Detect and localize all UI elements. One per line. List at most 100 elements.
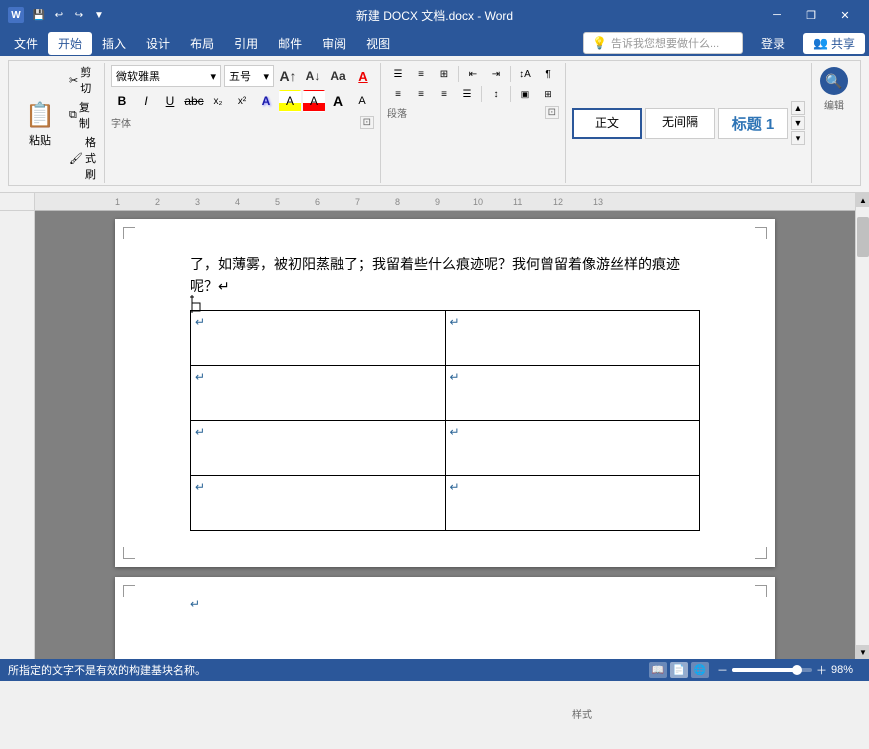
table-cell[interactable]: ↵: [191, 420, 446, 475]
table-cell[interactable]: ↵: [191, 365, 446, 420]
quick-access-toolbar: 💾 ↩ ↪ ▼: [30, 6, 108, 24]
minimize-button[interactable]: ─: [761, 5, 793, 25]
zoom-thumb[interactable]: [792, 665, 802, 675]
paragraph-mark: ↵: [450, 315, 460, 329]
zoom-in-button[interactable]: ＋: [816, 662, 827, 678]
styles-scroll-down-button[interactable]: ▼: [791, 116, 805, 130]
print-layout-button[interactable]: 📄: [670, 662, 688, 678]
status-text: 所指定的文字不是有效的构建基块名称。: [8, 662, 206, 678]
multilevel-list-button[interactable]: ⊞: [433, 65, 455, 83]
text-effect-button[interactable]: A: [255, 90, 277, 112]
borders-button[interactable]: ⊞: [537, 85, 559, 103]
justify-button[interactable]: ☰: [456, 85, 478, 103]
underline-button[interactable]: U: [159, 90, 181, 112]
document-table[interactable]: ↵ ↵ ↵ ↵ ↵ ↵ ↵ ↵: [190, 310, 700, 531]
font-size-shrink-small-button[interactable]: A: [351, 90, 373, 112]
paintbrush-icon: 🖌: [69, 152, 83, 165]
redo-button[interactable]: ↪: [70, 6, 88, 24]
title-bar-left: W 💾 ↩ ↪ ▼: [8, 6, 108, 24]
login-button[interactable]: 登录: [751, 33, 795, 54]
menu-references[interactable]: 引用: [224, 32, 268, 55]
decrease-indent-button[interactable]: ⇤: [462, 65, 484, 83]
search-button[interactable]: 🔍: [820, 67, 848, 95]
numbering-button[interactable]: ≡: [410, 65, 432, 83]
font-color-button[interactable]: A: [303, 90, 325, 112]
table-cell[interactable]: ↵: [191, 310, 446, 365]
styles-scroll-up-button[interactable]: ▲: [791, 101, 805, 115]
menu-file[interactable]: 文件: [4, 32, 48, 55]
customize-qat-button[interactable]: ▼: [90, 6, 108, 24]
strikethrough-button[interactable]: abc: [183, 90, 205, 112]
style-no-spacing[interactable]: 无间隔: [645, 108, 715, 139]
page-2[interactable]: ↵: [115, 577, 775, 659]
change-case-button[interactable]: Aa: [327, 65, 349, 87]
undo-button[interactable]: ↩: [50, 6, 68, 24]
page2-corner-tl: [123, 585, 135, 597]
table-row: ↵ ↵: [191, 310, 700, 365]
paste-button[interactable]: 📋 粘贴: [17, 94, 63, 152]
scroll-down-button[interactable]: ▼: [856, 645, 869, 659]
restore-button[interactable]: ❐: [795, 5, 827, 25]
scroll-thumb[interactable]: [857, 217, 869, 257]
align-left-button[interactable]: ≡: [387, 85, 409, 103]
bullets-button[interactable]: ☰: [387, 65, 409, 83]
font-size-selector[interactable]: 五号 ▾: [224, 65, 274, 87]
zoom-level[interactable]: 98%: [831, 664, 861, 676]
table-cell[interactable]: ↵: [445, 365, 700, 420]
style-heading1[interactable]: 标题 1: [718, 108, 788, 139]
copy-button[interactable]: ⧉ 复制: [65, 98, 100, 132]
menu-review[interactable]: 审阅: [312, 32, 356, 55]
menu-mailings[interactable]: 邮件: [268, 32, 312, 55]
table-cell[interactable]: ↵: [191, 475, 446, 530]
font-dialog-launcher[interactable]: ⊡: [360, 116, 374, 129]
tell-input[interactable]: 💡 告诉我您想要做什么...: [583, 32, 743, 54]
increase-indent-button[interactable]: ⇥: [485, 65, 507, 83]
read-view-button[interactable]: 📖: [649, 662, 667, 678]
highlight-color-button[interactable]: A: [279, 90, 301, 112]
align-center-button[interactable]: ≡: [410, 85, 432, 103]
style-normal[interactable]: 正文: [572, 108, 642, 139]
paragraph-mark: ↵: [450, 370, 460, 384]
grow-font-button[interactable]: A↑: [277, 65, 299, 87]
lightbulb-icon: 💡: [592, 36, 607, 50]
align-right-button[interactable]: ≡: [433, 85, 455, 103]
table-row: ↵ ↵: [191, 365, 700, 420]
zoom-slider[interactable]: － ＋ 98%: [717, 662, 861, 678]
styles-more-button[interactable]: ▾: [791, 131, 805, 145]
close-button[interactable]: ✕: [829, 5, 861, 25]
document-canvas[interactable]: 1 2 3 4 5 6 7 8 9 10 11 12 13: [35, 193, 855, 659]
menu-design[interactable]: 设计: [136, 32, 180, 55]
line-spacing-button[interactable]: ↕: [485, 85, 507, 103]
zoom-fill: [732, 668, 797, 672]
bold-button[interactable]: B: [111, 90, 133, 112]
table-cell[interactable]: ↵: [445, 310, 700, 365]
paragraph-dialog-launcher[interactable]: ⊡: [545, 106, 559, 119]
shrink-font-button[interactable]: A↓: [302, 65, 324, 87]
menu-insert[interactable]: 插入: [92, 32, 136, 55]
italic-button[interactable]: I: [135, 90, 157, 112]
sort-button[interactable]: ↕A: [514, 65, 536, 83]
table-cell[interactable]: ↵: [445, 475, 700, 530]
menu-view[interactable]: 视图: [356, 32, 400, 55]
editing-label: 编辑: [824, 97, 844, 112]
superscript-button[interactable]: x²: [231, 90, 253, 112]
save-button[interactable]: 💾: [30, 6, 48, 24]
format-painter-button[interactable]: 🖌 格式刷: [65, 133, 100, 183]
scroll-up-button[interactable]: ▲: [856, 193, 869, 207]
cut-button[interactable]: ✂ 剪切: [65, 63, 100, 97]
web-view-button[interactable]: 🌐: [691, 662, 709, 678]
scroll-track[interactable]: [856, 207, 869, 645]
menu-layout[interactable]: 布局: [180, 32, 224, 55]
font-name-selector[interactable]: 微软雅黑 ▾: [111, 65, 221, 87]
font-size-grow-small-button[interactable]: A: [327, 90, 349, 112]
page-1[interactable]: 了，如薄雾，被初阳蒸融了；我留着些什么痕迹呢？我何曾留着像游丝样的痕迹呢？↵ ↵…: [115, 219, 775, 567]
subscript-button[interactable]: x₂: [207, 90, 229, 112]
menu-home[interactable]: 开始: [48, 32, 92, 55]
zoom-out-button[interactable]: －: [717, 662, 728, 678]
clear-format-button[interactable]: A: [352, 65, 374, 87]
share-button[interactable]: 👥 共享: [803, 33, 865, 54]
shading-button[interactable]: ▣: [514, 85, 536, 103]
vertical-scrollbar[interactable]: ▲ ▼: [855, 193, 869, 659]
show-marks-button[interactable]: ¶: [537, 65, 559, 83]
table-cell[interactable]: ↵: [445, 420, 700, 475]
